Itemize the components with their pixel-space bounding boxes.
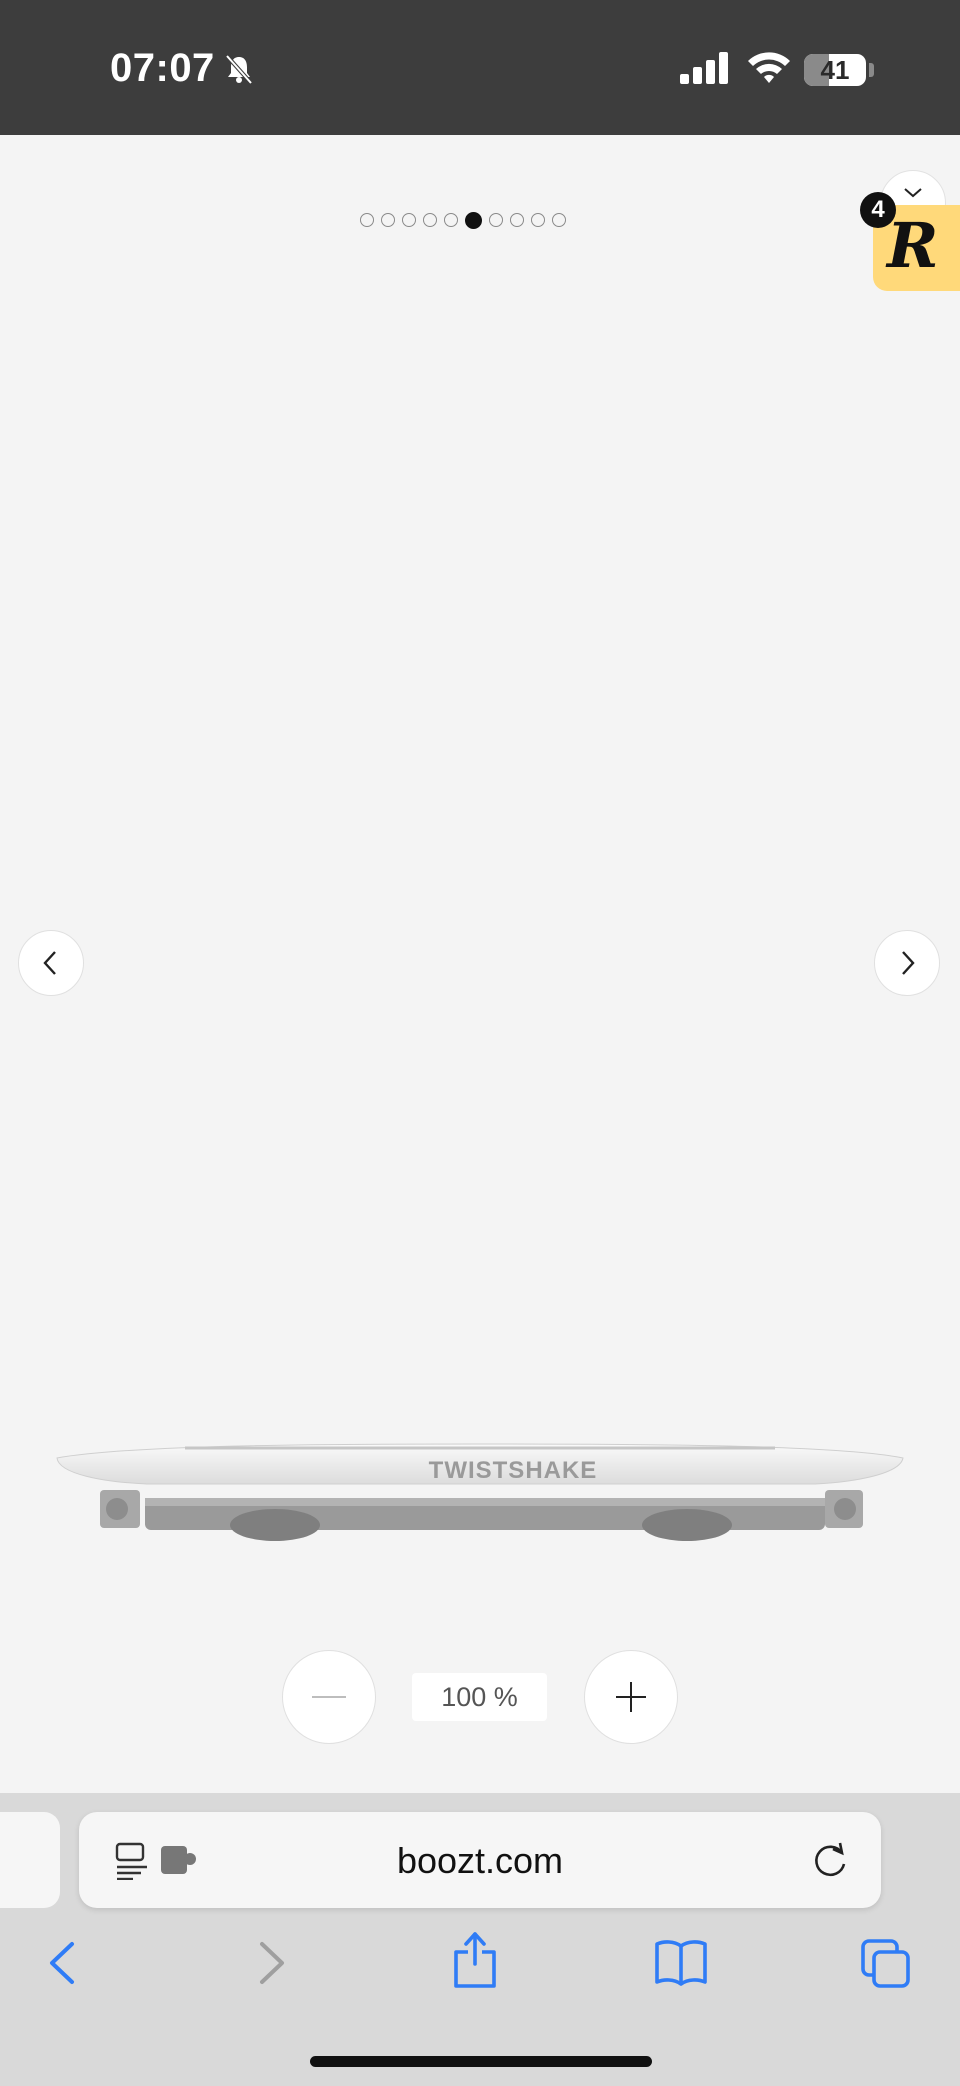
pagination-dot[interactable]: [531, 213, 545, 227]
tabs-icon[interactable]: [860, 1938, 912, 1990]
status-time: 07:07: [110, 46, 215, 90]
pagination-dot[interactable]: [489, 213, 503, 227]
wifi-icon: [748, 52, 790, 83]
pagination-dot[interactable]: [360, 213, 374, 227]
pagination-dot[interactable]: [444, 213, 458, 227]
minus-icon: [312, 1696, 346, 1698]
battery-cap: [869, 63, 874, 77]
rewards-logo: R: [887, 209, 939, 282]
zoom-level: 100 %: [412, 1673, 547, 1721]
pagination-dot[interactable]: [465, 212, 482, 229]
next-image-button[interactable]: [874, 930, 940, 996]
product-brand-text: TWISTSHAKE: [429, 1457, 598, 1484]
status-bar: 07:07 41: [0, 0, 960, 135]
pagination-dot[interactable]: [552, 213, 566, 227]
home-indicator[interactable]: [310, 2056, 652, 2067]
zoom-out-button[interactable]: [282, 1650, 376, 1744]
share-icon[interactable]: [452, 1930, 498, 1990]
gallery-pagination: [360, 212, 566, 232]
plus-icon: [616, 1682, 646, 1712]
address-bar[interactable]: boozt.com: [79, 1812, 881, 1908]
zoom-in-button[interactable]: [584, 1650, 678, 1744]
pagination-dot[interactable]: [402, 213, 416, 227]
cellular-signal-icon: [680, 52, 728, 84]
battery-icon: 41: [804, 54, 866, 86]
rewards-count-badge: 4: [860, 192, 896, 228]
chevron-right-icon: [902, 951, 915, 975]
pagination-dot[interactable]: [381, 213, 395, 227]
product-image: TWISTSHAKE: [56, 1443, 904, 1541]
reload-icon[interactable]: [811, 1840, 851, 1880]
bell-slash-icon: [225, 54, 253, 85]
battery-level: 41: [820, 55, 850, 85]
forward-icon[interactable]: [254, 1938, 290, 1988]
pagination-dot[interactable]: [510, 213, 524, 227]
url-text: boozt.com: [396, 1840, 564, 1881]
pagination-dot[interactable]: [423, 213, 437, 227]
bookmarks-icon[interactable]: [654, 1938, 708, 1986]
previous-tab-preview[interactable]: [0, 1812, 60, 1908]
chevron-left-icon: [43, 951, 56, 975]
previous-image-button[interactable]: [18, 930, 84, 996]
back-icon[interactable]: [44, 1938, 80, 1988]
